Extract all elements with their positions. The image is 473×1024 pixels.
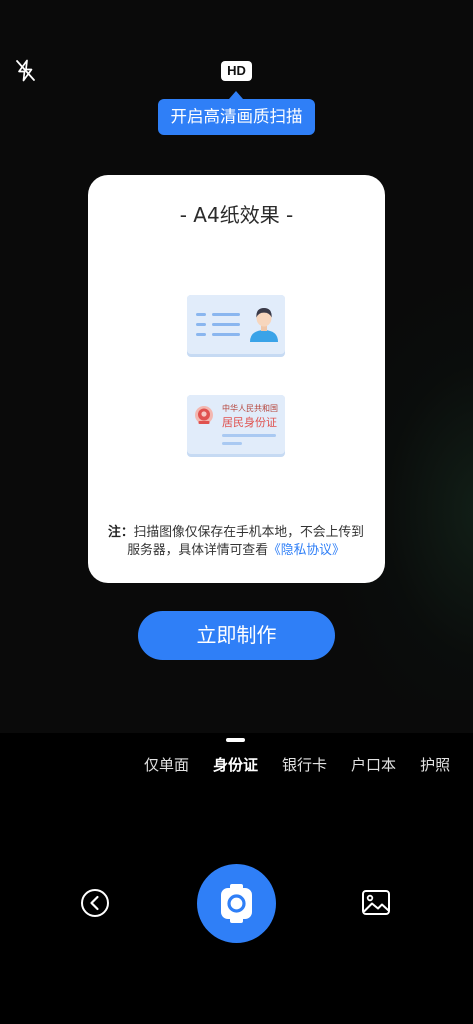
tooltip-arrow bbox=[229, 91, 243, 99]
tab-id-card[interactable]: 身份证 bbox=[213, 753, 258, 777]
info-line bbox=[222, 442, 242, 445]
id-card-front-illustration bbox=[187, 295, 285, 357]
id-card-back-illustration: 中华人民共和国 居民身份证 bbox=[187, 395, 285, 457]
flash-off-icon-graphic bbox=[16, 59, 35, 82]
scan-mode-tabs: 仅单面 身份证 银行卡 户口本 护照 bbox=[144, 753, 450, 777]
back-icon-graphic bbox=[81, 889, 109, 917]
shutter-button[interactable] bbox=[197, 864, 276, 943]
note-prefix: 注： bbox=[108, 525, 134, 540]
back-chevron-icon[interactable] bbox=[80, 888, 110, 918]
gallery-icon-graphic bbox=[362, 890, 390, 915]
a4-preview-card: - A4纸效果 - 中华人民共和国 居民身份证 注：扫描图像仅保存在手机本地，不… bbox=[88, 175, 385, 583]
hd-toggle-badge[interactable]: HD bbox=[221, 61, 252, 81]
tab-bank-card[interactable]: 银行卡 bbox=[282, 753, 327, 777]
camera-icon bbox=[221, 884, 252, 923]
id-issuer-text: 中华人民共和国 bbox=[222, 403, 278, 413]
national-emblem bbox=[195, 406, 213, 424]
flash-off-icon[interactable] bbox=[13, 58, 38, 83]
privacy-note: 注：扫描图像仅保存在手机本地，不会上传到服务器，具体详情可查看《隐私协议》 bbox=[105, 524, 367, 560]
hd-scan-tooltip[interactable]: 开启高清画质扫描 bbox=[158, 99, 315, 135]
privacy-policy-link[interactable]: 《隐私协议》 bbox=[268, 543, 345, 558]
info-line bbox=[222, 434, 276, 437]
selected-tab-indicator bbox=[226, 738, 245, 742]
tab-passport[interactable]: 护照 bbox=[420, 753, 450, 777]
make-now-button[interactable]: 立即制作 bbox=[138, 611, 335, 660]
id-name-text: 居民身份证 bbox=[222, 415, 277, 429]
tab-household-register[interactable]: 户口本 bbox=[351, 753, 396, 777]
card-title: - A4纸效果 - bbox=[179, 203, 294, 227]
gallery-icon[interactable] bbox=[360, 888, 392, 918]
tab-single-side[interactable]: 仅单面 bbox=[144, 753, 189, 777]
